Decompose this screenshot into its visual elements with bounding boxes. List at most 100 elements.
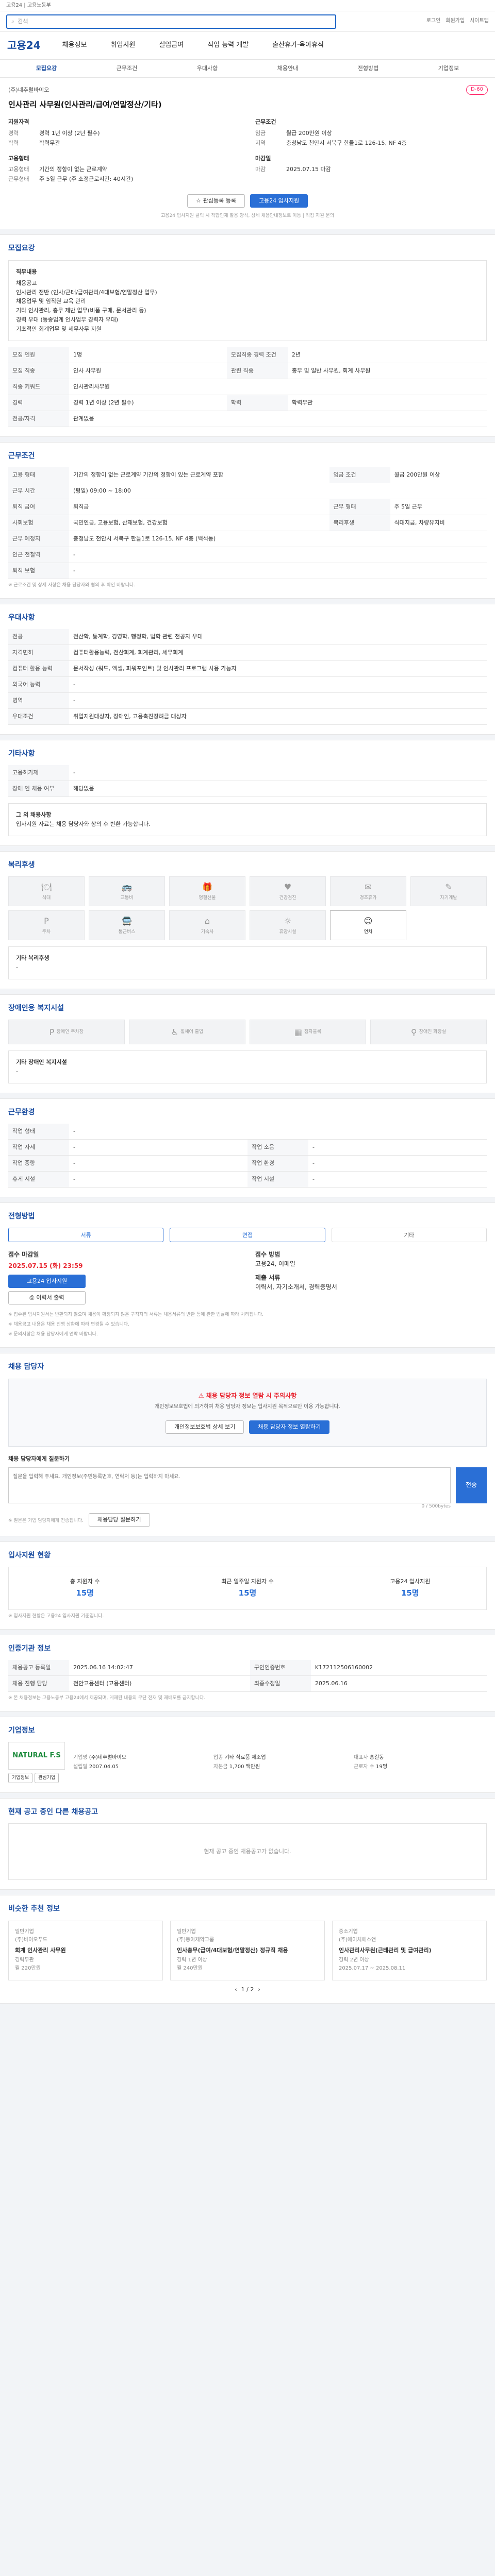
kv-key: 경력 bbox=[8, 129, 19, 137]
field-key: 설립일 bbox=[73, 1764, 88, 1770]
nav-item-leave[interactable]: 출산휴가·육아휴직 bbox=[272, 41, 324, 50]
manager-section: 채용 담당자 ⚠ 채용 담당자 정보 열람 시 주의사항 개인정보보호법에 의거… bbox=[0, 1353, 495, 1536]
warning-title: ⚠ 채용 담당자 정보 열람 시 주의사항 bbox=[9, 1392, 486, 1400]
cell-head: 장애 인 채용 여부 bbox=[8, 781, 69, 797]
cell: - bbox=[69, 1155, 248, 1172]
table-row: 장애 인 채용 여부 해당없음 bbox=[8, 781, 487, 797]
section-title: 기타사항 bbox=[8, 749, 35, 758]
welfare-item: ⌂ 기숙사 bbox=[169, 910, 245, 941]
cell: 1명 bbox=[69, 347, 227, 364]
cell: 해당없음 bbox=[69, 781, 487, 797]
cell-head: 고용 형태 bbox=[8, 467, 69, 484]
next-icon[interactable]: › bbox=[258, 1986, 260, 1994]
join-link[interactable]: 회원가입 bbox=[446, 18, 465, 25]
cell: 학력무관 bbox=[287, 395, 487, 411]
apply-button[interactable]: 고용24 입사지원 bbox=[250, 194, 308, 208]
company-logo: NATURAL F.S bbox=[8, 1742, 65, 1770]
welfare-item: ☼ 휴양시설 bbox=[250, 910, 326, 941]
job-line: 채용업무 및 임직원 교육 관리 bbox=[16, 298, 86, 305]
tab-guide[interactable]: 채용안내 bbox=[248, 64, 328, 73]
heart-icon: ♥ bbox=[284, 882, 292, 892]
tab-work[interactable]: 근무조건 bbox=[87, 64, 167, 73]
main-nav: 채용정보 취업지원 실업급여 직업 능력 개발 출산휴가·육아휴직 bbox=[62, 41, 324, 50]
welfare-item: ✉ 경조휴가 bbox=[330, 876, 406, 907]
cell: - bbox=[69, 563, 487, 579]
site-logo[interactable]: 고용24 bbox=[7, 38, 41, 53]
environment-section: 근무환경 작업 형태 - 작업 자세 - 작업 소음 - 작업 중량 - 작업 환경 - 휴게… bbox=[0, 1098, 495, 1198]
welfare-item: ✎ 자기계발 bbox=[410, 876, 487, 907]
card-tag: 일반기업 bbox=[15, 1928, 34, 1935]
note-line: ※ 채용공고 내용은 채용 진행 상황에 따라 변경될 수 있습니다. bbox=[8, 1322, 129, 1328]
company-name[interactable]: (주)네추럴바이오 bbox=[8, 86, 487, 94]
scrap-button[interactable]: ☆ 관심등록 등록 bbox=[187, 194, 245, 208]
privacy-detail-button[interactable]: 개인정보보호법 상세 보기 bbox=[165, 1420, 244, 1434]
cell: 취업지원대상자, 장애인, 고용촉진장려금 대상자 bbox=[69, 708, 487, 725]
cell-head: 임금 조건 bbox=[329, 467, 390, 484]
cell-head: 근무 형태 bbox=[329, 499, 390, 516]
disability-item: ▦ 점자블록 bbox=[250, 1020, 366, 1045]
login-link[interactable]: 로그인 bbox=[426, 18, 441, 25]
tab-prefer[interactable]: 우대사항 bbox=[167, 64, 248, 73]
shuttle-icon: 🚍 bbox=[122, 916, 132, 926]
apply-right: 접수 방법 고용24, 이메일 제출 서류 이력서, 자기소개서, 경력증명서 bbox=[255, 1250, 487, 1304]
summary-buttons: ☆ 관심등록 등록 고용24 입사지원 bbox=[8, 194, 487, 208]
view-manager-button[interactable]: 채용 담당자 정보 열람하기 bbox=[249, 1420, 330, 1434]
job-title: 인사관리 사무원(인사관리/급여/연말정산/기타) bbox=[8, 99, 162, 109]
dday-badge: D-60 bbox=[466, 85, 488, 95]
box-text: - bbox=[16, 964, 18, 971]
apply-button-2[interactable]: 고용24 입사지원 bbox=[8, 1275, 86, 1289]
recommend-card[interactable]: 일반기업 (주)동아제약그룹 인사총무(급여/4대보험/연말정산) 정규직 채용… bbox=[170, 1920, 325, 1980]
inquiry-button[interactable]: 채용담당 질문하기 bbox=[89, 1513, 150, 1527]
company-info-button[interactable]: 기업정보 bbox=[8, 1773, 33, 1784]
kv-value: 월급 200만원 이상 bbox=[286, 129, 332, 137]
table-row: 전공 전산학, 통계학, 경영학, 행정학, 법학 관련 전공자 우대 bbox=[8, 629, 487, 646]
tab-recruit[interactable]: 모집요강 bbox=[6, 64, 87, 73]
warning-icon: ⚠ bbox=[198, 1392, 206, 1399]
table-row: 근무 시간 (평일) 09:00 ~ 18:00 bbox=[8, 483, 487, 500]
meal-icon: 🍽 bbox=[41, 882, 52, 892]
print-resume-button[interactable]: ⎙ 이력서 출력 bbox=[8, 1291, 86, 1305]
tab-process[interactable]: 전형방법 bbox=[328, 64, 408, 73]
kv-row: 경력 경력 1년 이상 (2년 필수) bbox=[8, 129, 240, 138]
recommend-card[interactable]: 일반기업 (주)바이오푸드 회계 인사관리 사무원 경력무관 월 220만원 bbox=[8, 1920, 163, 1980]
search-input[interactable]: ⌕ 검색 bbox=[6, 14, 336, 29]
nav-item-support[interactable]: 취업지원 bbox=[110, 41, 135, 50]
field-value: 1,700 백만원 bbox=[229, 1764, 260, 1770]
card-meta: 경력무관 bbox=[15, 1957, 34, 1963]
summary-note: 고용24 입사지원 클릭 시 적합인재 활용 양식, 상세 채용안내정보로 이동… bbox=[160, 213, 335, 219]
kv-row: 고용형태 기간의 정함이 없는 근로계약 bbox=[8, 165, 240, 174]
company-field: 설립일 2007.04.05 bbox=[73, 1764, 206, 1771]
stat-value: 15명 bbox=[401, 1588, 419, 1598]
deadline-heading: 접수 마감일 bbox=[8, 1251, 39, 1259]
restroom-icon: ⚲ bbox=[410, 1027, 417, 1037]
info-section: 인증기관 정보 채용공고 등록일 2025.06.16 14:02:47 구인인증번… bbox=[0, 1634, 495, 1711]
card-company: (주)동아제약그룹 bbox=[177, 1937, 214, 1943]
work-note: ※ 근로조건 및 상세 사항은 채용 담당자와 협의 후 확인 바랍니다. bbox=[8, 582, 136, 588]
kv-value: 학력무관 bbox=[39, 139, 60, 146]
job-line: 채용공고 bbox=[16, 279, 37, 286]
field-value: (주)네추럴바이오 bbox=[89, 1754, 126, 1760]
kv-value: 경력 1년 이상 (2년 필수) bbox=[39, 129, 100, 137]
nav-item-jobs[interactable]: 채용정보 bbox=[62, 41, 87, 50]
sitemap-link[interactable]: 사이트맵 bbox=[470, 18, 489, 25]
prev-icon[interactable]: ‹ bbox=[235, 1986, 237, 1994]
fav-company-button[interactable]: 관심기업 bbox=[35, 1773, 59, 1784]
welfare-section: 복리후생 🍽 식대 🚌 교통비 🎁 명절선물 ♥ 건강검진 ✉ 경조휴가 ✎ 자기계발 P주… bbox=[0, 851, 495, 989]
field-value: 19명 bbox=[376, 1764, 388, 1770]
cell-head: 작업 소음 bbox=[248, 1139, 308, 1156]
inquiry-textarea[interactable] bbox=[8, 1467, 451, 1503]
nav-item-training[interactable]: 직업 능력 개발 bbox=[207, 41, 249, 50]
nav-item-benefit[interactable]: 실업급여 bbox=[159, 41, 184, 50]
tab-company[interactable]: 기업정보 bbox=[408, 64, 489, 73]
section-title: 장애인용 복지시설 bbox=[8, 1004, 64, 1012]
work-table: 고용 형태 기간의 정함이 없는 근로계약 기간의 정함이 있는 근로계약 포함 임… bbox=[8, 467, 487, 579]
cell-head: 컴퓨터 활용 능력 bbox=[8, 660, 69, 677]
table-row: 경력 경력 1년 이상 (2년 필수) 학력 학력무관 bbox=[8, 395, 487, 411]
cell: 2025.06.16 14:02:47 bbox=[69, 1659, 250, 1676]
cell-head: 우대조건 bbox=[8, 708, 69, 725]
recommend-card[interactable]: 중소기업 (주)에이치에스앤 인사관리사무원(근태관리 및 급여관리) 경력 2… bbox=[332, 1920, 487, 1980]
cell-head: 모집 인원 bbox=[8, 347, 69, 364]
cell: - bbox=[69, 765, 487, 781]
inquiry-send-button[interactable]: 전송 bbox=[456, 1467, 487, 1503]
parking-icon: P bbox=[49, 1027, 55, 1037]
